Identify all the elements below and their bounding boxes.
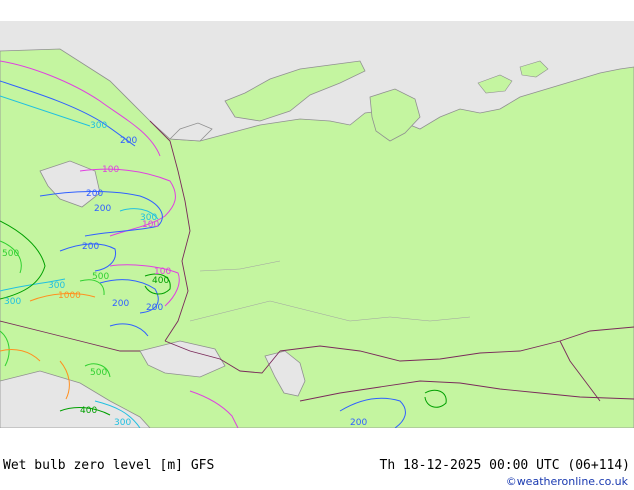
map-datetime: Th 18-12-2025 00:00 UTC (06+114) [379,458,630,473]
contour-label: 500 [2,249,19,259]
contour-label: 400 [80,406,97,416]
contour-label: 100 [102,165,119,175]
contour-label: 200 [120,136,137,146]
contour-label: 1000 [58,291,81,301]
weather-map: 300 200 100 200 200 300 100 200 500 100 … [0,21,634,428]
contour-label: 500 [92,272,109,282]
contour-label: 200 [112,299,129,309]
contour-label: 300 [4,297,21,307]
contour-label: 300 [48,281,65,291]
credit-link[interactable]: ©weatheronline.co.uk [506,475,628,488]
contour-label: 300 [114,418,131,428]
map-footer: Wet bulb zero level [m] GFS Th 18-12-202… [0,428,634,490]
contour-label: 100 [142,220,159,230]
contour-label: 400 [152,276,169,286]
contour-label: 200 [82,242,99,252]
map-svg: 300 200 100 200 200 300 100 200 500 100 … [0,21,634,428]
map-title: Wet bulb zero level [m] GFS [3,458,215,473]
contour-label: 500 [90,368,107,378]
contour-label: 200 [94,204,111,214]
contour-label: 200 [350,418,367,428]
contour-label: 300 [90,121,107,131]
contour-label: 200 [86,189,103,199]
contour-label: 200 [146,303,163,313]
